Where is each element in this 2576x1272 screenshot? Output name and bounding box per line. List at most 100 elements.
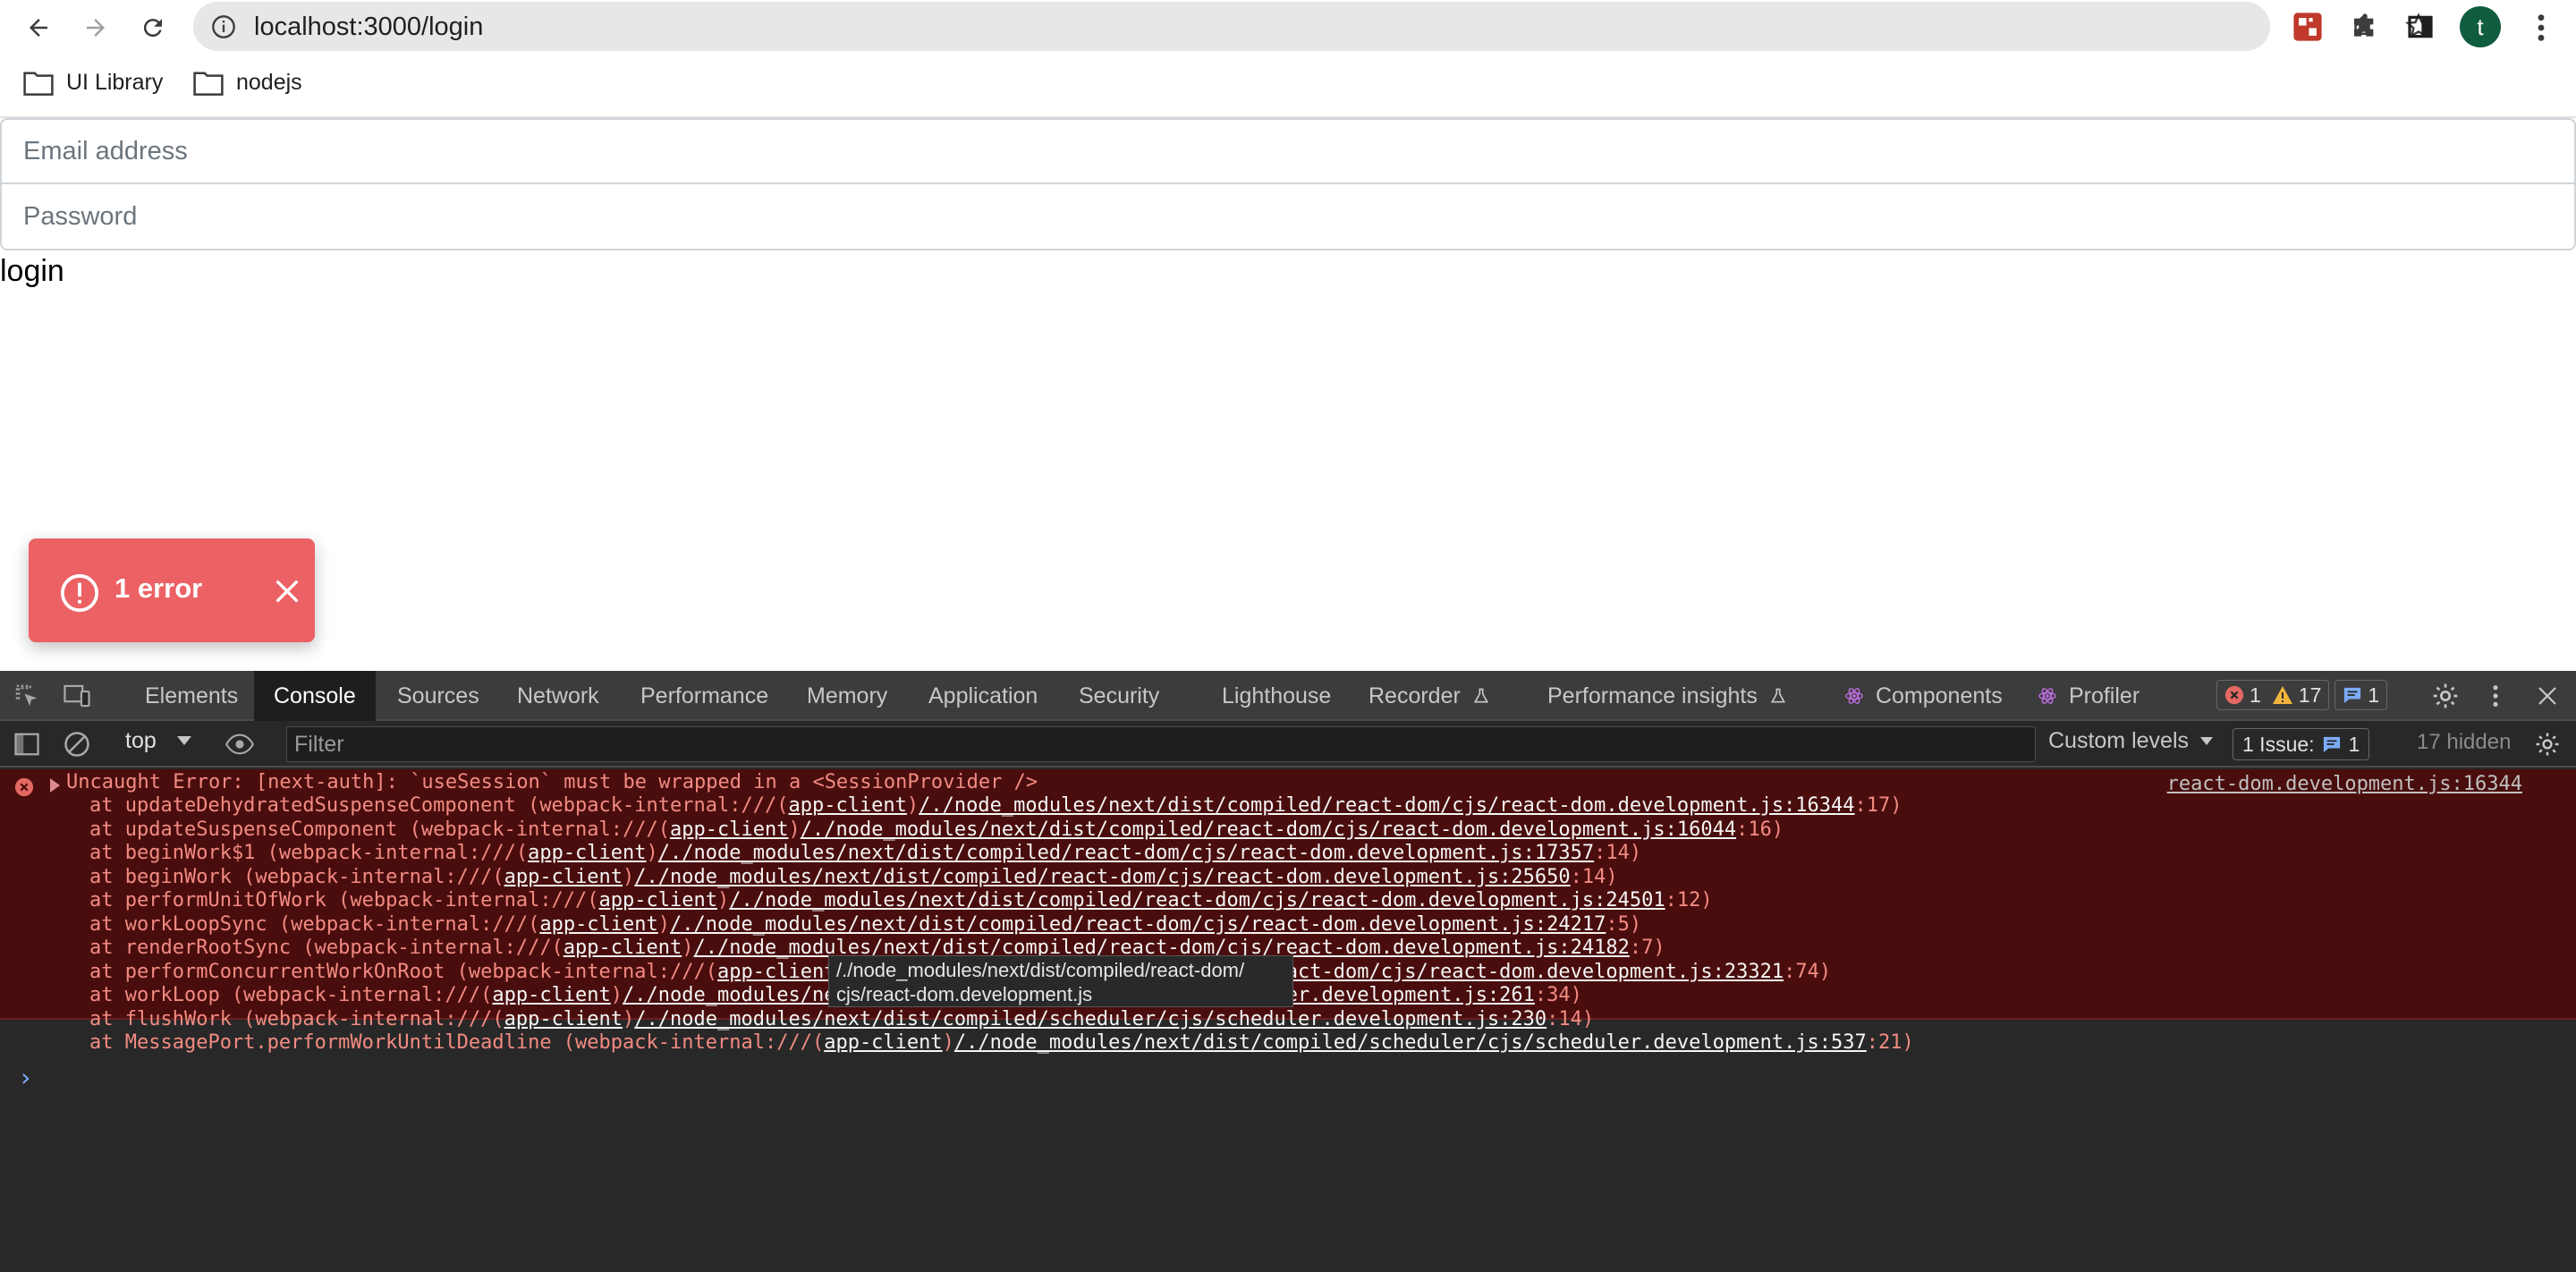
sidebar-toggle-icon[interactable] xyxy=(13,730,41,759)
react-icon xyxy=(2038,688,2056,704)
tab-application[interactable]: Application xyxy=(909,671,1057,721)
stack-frame-function: at updateDehydratedSuspenseComponent (we… xyxy=(89,794,789,817)
dropdown-arrow-icon xyxy=(2199,737,2213,745)
stack-frame-source-link[interactable]: /./node_modules/next/dist/compiled/react… xyxy=(801,818,1736,841)
context-selector[interactable]: top xyxy=(125,728,191,754)
chrome-menu-button[interactable] xyxy=(2521,7,2562,48)
stack-frame-function: at performConcurrentWorkOnRoot (webpack-… xyxy=(89,960,717,983)
stack-frame-position: :7) xyxy=(1629,937,1665,959)
tab-performance[interactable]: Performance xyxy=(621,671,788,721)
tab-lighthouse[interactable]: Lighthouse xyxy=(1202,671,1351,721)
stack-frame-position: :5) xyxy=(1606,912,1642,936)
error-count-badge[interactable]: 1 17 xyxy=(2216,680,2330,710)
stack-frame-separator: ) xyxy=(657,912,671,936)
stack-frame-source-link[interactable]: /./node_modules/next/dist/compiled/react… xyxy=(634,866,1570,888)
stack-frame-app-link[interactable]: app-client xyxy=(717,961,835,983)
tab-network[interactable]: Network xyxy=(497,671,619,721)
react-icon xyxy=(1845,688,1863,704)
stack-frame-source-link[interactable]: /./node_modules/next/dist/compiled/react… xyxy=(658,842,1594,864)
stack-frame-app-link[interactable]: app-client xyxy=(788,794,906,817)
stack-frame-app-link[interactable]: app-client xyxy=(564,937,682,959)
stack-frame-app-link[interactable]: app-client xyxy=(599,889,717,912)
login-button[interactable]: login xyxy=(0,254,64,289)
expand-triangle-icon[interactable] xyxy=(50,778,60,793)
address-bar[interactable]: localhost:3000/login xyxy=(193,2,2432,51)
stack-frame-app-link[interactable]: app-client xyxy=(504,1008,623,1030)
stack-frame: at updateSuspenseComponent (webpack-inte… xyxy=(89,818,1914,843)
context-label: top xyxy=(125,728,157,753)
message-icon xyxy=(2344,687,2361,704)
info-count-badge[interactable]: 1 xyxy=(2334,680,2388,710)
stack-frame-app-link[interactable]: app-client xyxy=(504,866,623,888)
stack-frame: at MessagePort.performWorkUntilDeadline … xyxy=(89,1031,1914,1056)
url-text[interactable]: localhost:3000/login xyxy=(254,13,483,42)
stack-frame-separator: ) xyxy=(646,842,658,864)
arrow-left-icon xyxy=(30,19,47,37)
email-field[interactable]: Email address xyxy=(0,118,2576,184)
stack-frame-source-link[interactable]: /./node_modules/next/dist/compiled/react… xyxy=(670,913,1606,936)
bookmark-label: UI Library xyxy=(66,70,164,95)
tab-elements[interactable]: Elements xyxy=(125,671,258,721)
clear-console-icon[interactable] xyxy=(63,730,91,759)
link-tooltip: /./node_modules/next/dist/compiled/react… xyxy=(828,955,1293,1007)
info-icon[interactable] xyxy=(211,14,236,39)
console-filter-input[interactable]: Filter xyxy=(286,726,2036,762)
tab-performance-insights-label: Performance insights xyxy=(1547,683,1758,708)
tab-security[interactable]: Security xyxy=(1059,671,1179,721)
password-field[interactable]: Password xyxy=(0,184,2576,250)
hidden-messages-count: 17 hidden xyxy=(2417,730,2512,754)
stack-frame-separator: ) xyxy=(788,818,801,841)
tab-components[interactable]: Components xyxy=(1825,671,2022,721)
tab-sources[interactable]: Sources xyxy=(377,671,499,721)
tab-performance-insights[interactable]: Performance insights xyxy=(1528,671,1807,721)
tab-recorder[interactable]: Recorder xyxy=(1349,671,1510,721)
stack-frame-app-link[interactable]: app-client xyxy=(492,984,610,1006)
stack-frame-app-link[interactable]: app-client xyxy=(539,913,657,936)
extension-qr-icon[interactable] xyxy=(2290,9,2326,45)
stack-frame-source-link[interactable]: /./node_modules/next/dist/compiled/sched… xyxy=(954,1031,1867,1054)
error-circle-icon xyxy=(2224,685,2244,705)
stack-frame-source-link[interactable]: /./node_modules/next/dist/compiled/react… xyxy=(919,794,1854,817)
tab-console[interactable]: Console xyxy=(254,671,376,721)
reload-button[interactable] xyxy=(132,7,174,48)
log-levels-dropdown[interactable]: Custom levels xyxy=(2048,728,2213,754)
live-expression-eye-icon[interactable] xyxy=(225,730,254,759)
forward-button[interactable] xyxy=(75,7,116,48)
stack-frame-separator: ) xyxy=(942,1031,954,1054)
stack-frame-app-link[interactable]: app-client xyxy=(528,842,646,864)
error-circle-icon xyxy=(14,777,34,797)
devtools-menu-icon[interactable] xyxy=(2481,682,2510,710)
settings-gear-icon[interactable] xyxy=(2431,682,2460,710)
console-toolbar: top Filter Custom levels 1 Issue: 1 17 h… xyxy=(0,721,2576,767)
bookmark-folder-ui-library[interactable]: UI Library xyxy=(23,70,163,96)
stack-frame-function: at renderRootSync (webpack-internal:///( xyxy=(89,937,564,959)
dropdown-arrow-icon xyxy=(176,736,191,745)
inspect-element-icon[interactable] xyxy=(13,682,41,710)
profile-avatar[interactable]: t xyxy=(2460,6,2501,47)
side-panel-icon[interactable] xyxy=(2402,9,2438,45)
tab-memory[interactable]: Memory xyxy=(787,671,907,721)
error-count: 1 xyxy=(2250,683,2261,707)
close-icon[interactable] xyxy=(272,576,302,606)
stack-frame-position: :14) xyxy=(1570,865,1618,888)
arrow-right-icon xyxy=(87,19,105,37)
error-source-link[interactable]: react-dom.development.js:16344 xyxy=(2167,773,2522,795)
stack-frame-source-link[interactable]: /./node_modules/next/dist/compiled/react… xyxy=(729,889,1665,912)
stack-frame-app-link[interactable]: app-client xyxy=(670,818,788,841)
console-prompt[interactable]: › xyxy=(18,1063,33,1092)
extensions-puzzle-icon[interactable] xyxy=(2347,9,2383,45)
device-toolbar-icon[interactable] xyxy=(63,682,91,710)
message-counts[interactable]: 1 17 1 xyxy=(2216,680,2388,712)
tab-components-label: Components xyxy=(1875,683,2003,708)
close-devtools-icon[interactable] xyxy=(2533,682,2562,710)
console-settings-gear-icon[interactable] xyxy=(2533,730,2562,759)
issues-button[interactable]: 1 Issue: 1 xyxy=(2233,728,2370,760)
stack-frame-function: at performUnitOfWork (webpack-internal:/… xyxy=(89,889,599,912)
tab-profiler[interactable]: Profiler xyxy=(2018,671,2159,721)
nextjs-error-toast[interactable]: 1 error xyxy=(29,538,315,642)
back-button[interactable] xyxy=(18,7,59,48)
error-message-text: Uncaught Error: [next-auth]: `useSession… xyxy=(66,771,1038,793)
stack-frame-source-link[interactable]: /./node_modules/next/dist/compiled/sched… xyxy=(634,1008,1546,1030)
stack-frame-app-link[interactable]: app-client xyxy=(824,1031,942,1054)
bookmark-folder-nodejs[interactable]: nodejs xyxy=(193,70,302,96)
